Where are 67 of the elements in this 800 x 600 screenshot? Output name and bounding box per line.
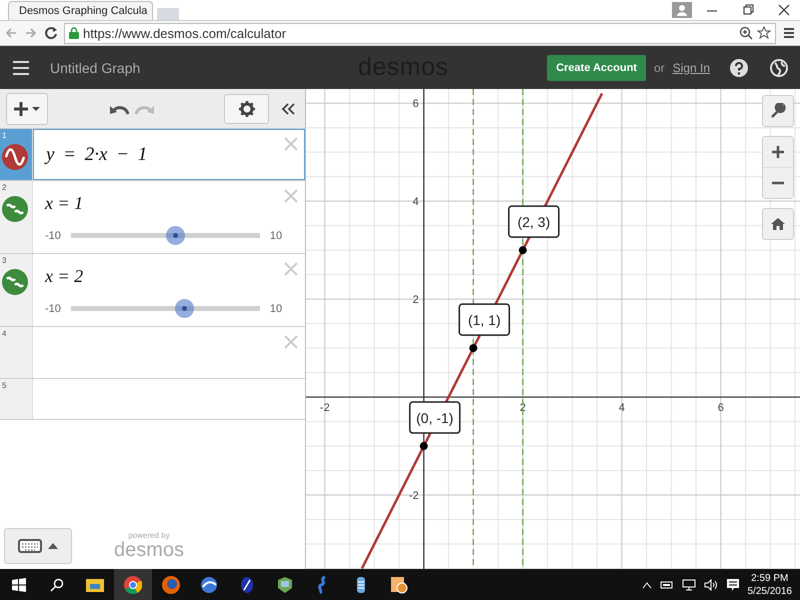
keyboard-icon [18,539,42,553]
zoom-out-button[interactable] [763,167,793,198]
x-tick-label: 4 [618,402,625,414]
notification-icon[interactable] [726,578,740,592]
point-label-box [458,303,510,336]
lock-icon [69,27,79,39]
graph-style-icon[interactable] [2,269,28,295]
point[interactable] [469,344,478,352]
slider-max: 10 [270,302,282,314]
chrome-icon[interactable] [114,569,152,600]
slider-thumb[interactable] [166,226,185,245]
y-tick-label: 6 [412,98,419,110]
y-tick-label: -2 [409,490,419,502]
caret-icon [48,543,58,549]
user-icon[interactable] [672,2,692,18]
point-label: (0, -1) [416,410,454,426]
y-tick-label: 2 [412,294,419,306]
network-icon[interactable] [682,579,696,591]
home-icon [771,218,785,230]
collapse-icon[interactable] [281,102,295,116]
point[interactable] [420,442,428,450]
plus-caret-icon [13,100,41,116]
or-text: or [654,60,665,74]
expression-input[interactable]: x = 2 [45,266,293,287]
battery-icon[interactable] [660,580,674,590]
reload-icon[interactable] [44,26,58,40]
help-icon[interactable] [730,58,748,76]
x-tick-label: 6 [718,402,724,414]
expression-number-cell[interactable]: 4 [0,327,33,378]
zoom-icon[interactable] [739,26,753,40]
home-button[interactable] [762,208,794,240]
browser-tab[interactable]: Desmos Graphing Calcula [8,1,153,20]
menu-icon[interactable] [12,60,30,76]
star-icon[interactable] [757,26,771,40]
expression-number-cell[interactable]: 2 [0,181,33,253]
point-label-box [508,205,560,238]
sign-in-link[interactable]: Sign In [672,60,710,74]
point[interactable] [518,246,527,254]
graph-style-icon[interactable] [2,144,28,170]
expression-number-cell[interactable]: 3 [0,254,33,326]
point-label: (1, 1) [468,312,501,328]
create-account-button[interactable]: Create Account [547,54,646,80]
clock[interactable]: 2:59 PM 5/25/2016 [748,572,792,598]
point-label: (2, 3) [517,214,550,230]
expression-number-cell[interactable]: 5 [0,379,33,419]
plus-icon [772,146,784,158]
address-bar[interactable]: https://www.desmos.com/calculator [64,22,776,44]
slider-min: -10 [45,302,61,314]
x-tick-label: -2 [320,402,330,414]
graph-title[interactable]: Untitled Graph [50,60,140,76]
add-item-button[interactable] [6,92,48,124]
slider-min: -10 [45,230,61,242]
tab-title: Desmos Graphing Calcula [19,5,148,17]
slider-max: 10 [270,230,282,242]
speaker-icon[interactable] [704,579,718,591]
menu-icon[interactable] [782,26,796,40]
settings-button[interactable] [224,94,269,124]
settings-icon [238,100,254,116]
globe-icon[interactable] [770,58,788,76]
wrench-button[interactable] [762,95,794,127]
keyboard-button[interactable] [4,528,72,564]
y-tick-label: 4 [412,196,419,208]
point-label-box [409,401,461,434]
slider-thumb[interactable] [175,299,194,318]
graph-style-icon[interactable] [2,196,28,222]
chevron-up-icon[interactable] [642,581,652,589]
expression-input[interactable]: x = 1 [45,193,293,214]
